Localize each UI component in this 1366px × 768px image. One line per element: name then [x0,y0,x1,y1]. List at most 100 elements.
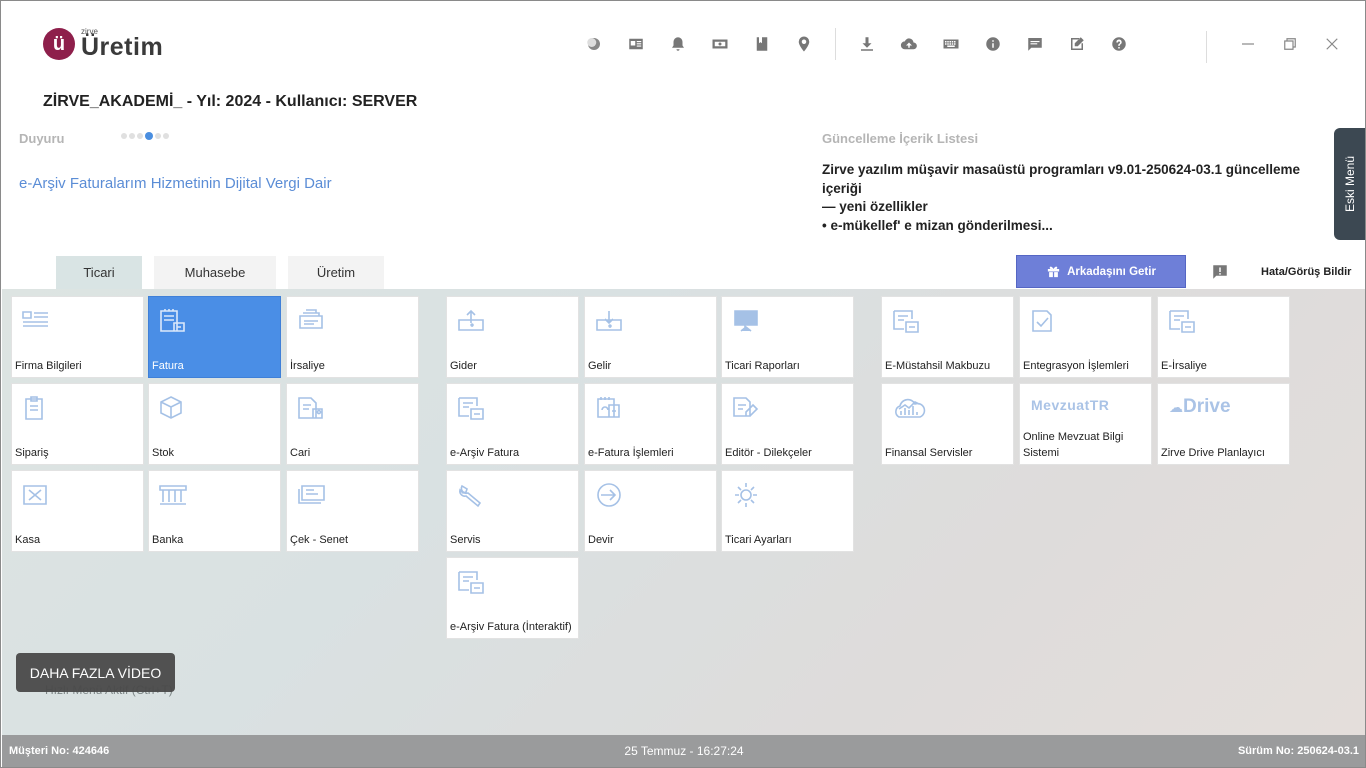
tile-entegrasyon-islemleri[interactable]: Entegrasyon İşlemleri [1019,296,1152,378]
tile-label: Entegrasyon İşlemleri [1023,360,1129,372]
tile-e-arsiv-fatura-interaktif[interactable]: e-Arşiv Fatura (İnteraktif) [446,557,579,639]
tile-e-irsaliye[interactable]: E-İrsaliye [1157,296,1290,378]
download-icon[interactable] [854,31,880,57]
minimize-icon[interactable] [1235,31,1261,57]
tile-label: e-Arşiv Fatura (İnteraktif) [450,621,572,633]
tile-cari[interactable]: Cari [286,383,419,465]
tile-fatura[interactable]: Fatura [148,296,281,378]
update-line: — yeni özellikler [822,199,928,214]
tile-stok[interactable]: Stok [148,383,281,465]
company-info: ZİRVE_AKADEMİ_ - Yıl: 2024 - Kullanıcı: … [43,93,418,110]
bookmark-icon[interactable] [749,31,775,57]
feedback-icon[interactable] [1211,263,1229,281]
tile-label: Firma Bilgileri [15,360,82,372]
tile-ticari-ayarlar[interactable]: Ticari Ayarları [721,470,854,552]
tile-label: Devir [588,534,614,546]
app-window: ü zirve Üretim ZİRVE_AKADEMİ_ - Yıl: 202… [0,0,1366,768]
tile-label: Gelir [588,360,612,372]
eski-menu-button[interactable]: Eski Menü [1334,128,1365,240]
update-line: • e-mükellef' e mizan gönderilmesi... [822,217,1053,233]
carousel-dot[interactable] [129,133,135,139]
info-icon[interactable] [980,31,1006,57]
edit-icon[interactable] [1064,31,1090,57]
carousel-dot-active[interactable] [145,132,153,140]
tile-label: e-Fatura İşlemleri [588,447,674,459]
tile-siparis[interactable]: Sipariş [11,383,144,465]
tile-editor-dilekceler[interactable]: Editör - Dilekçeler [721,383,854,465]
tile-e-arsiv-fatura[interactable]: e-Arşiv Fatura [446,383,579,465]
report-board-icon [731,308,761,334]
tile-label: Kasa [15,534,41,546]
drive-logo: ☁Drive [1169,396,1231,417]
e-invoice-icon [594,395,624,421]
tab-ticari[interactable]: Ticari [56,256,142,289]
tile-label: Fatura [152,360,184,372]
tab-uretim[interactable]: Üretim [288,256,384,289]
tile-ticari-raporlar[interactable]: Ticari Raporları [721,296,854,378]
tile-devir[interactable]: Devir [584,470,717,552]
carousel-dot[interactable] [163,133,169,139]
cloud-upload-icon[interactable] [896,31,922,57]
logo-badge: ü [43,28,75,60]
chat-icon[interactable] [1022,31,1048,57]
cash-register-icon [21,482,51,508]
arkadasini-getir-button[interactable]: Arkadaşını Getir [1016,255,1186,288]
hata-gorus-bildir-link[interactable]: Hata/Görüş Bildir [1261,266,1351,278]
tile-gider[interactable]: Gider [446,296,579,378]
account-icon [296,395,326,421]
tile-label: Çek - Senet [290,534,349,546]
more-videos-button[interactable]: DAHA FAZLA VİDEO [16,653,175,692]
settings-gear-icon [731,482,761,508]
tile-kasa[interactable]: Kasa [11,470,144,552]
company-info-icon [21,308,51,334]
duyuru-label: Duyuru [19,131,65,146]
bank-icon [158,482,188,508]
update-list-content[interactable]: Zirve yazılım müşavir masaüstü programla… [822,161,1312,235]
tile-label: Online Mevzuat Bilgi Sistemi [1023,431,1124,459]
tile-zirve-drive[interactable]: ☁Drive Zirve Drive Planlayıcı [1157,383,1290,465]
gift-icon [1047,266,1060,278]
tile-area: Firma Bilgileri Fatura İrsaliye Sipariş … [2,289,1365,735]
invoice-icon [158,308,188,334]
keyboard-icon[interactable] [938,31,964,57]
tile-e-mustahsil-makbuzu[interactable]: E-Müstahsil Makbuzu [881,296,1014,378]
tile-gelir[interactable]: Gelir [584,296,717,378]
tile-label: Sipariş [15,447,49,459]
maximize-icon[interactable] [1277,31,1303,57]
mevzuat-logo: MevzuatTR [1031,397,1110,413]
duyuru-link[interactable]: e-Arşiv Faturalarım Hizmetinin Dijital V… [19,175,332,192]
status-bar: Müşteri No: 424646 25 Temmuz - 16:27:24 … [2,735,1365,767]
tile-firma-bilgileri[interactable]: Firma Bilgileri [11,296,144,378]
carousel-dot[interactable] [121,133,127,139]
tile-online-mevzuat[interactable]: MevzuatTR Online Mevzuat Bilgi Sistemi [1019,383,1152,465]
tile-servis[interactable]: Servis [446,470,579,552]
expense-icon [456,308,486,334]
tile-finansal-servisler[interactable]: Finansal Servisler [881,383,1014,465]
tile-label: Stok [152,447,175,459]
tile-label: Finansal Servisler [885,447,973,459]
news-icon[interactable] [623,31,649,57]
tile-e-fatura-islemleri[interactable]: e-Fatura İşlemleri [584,383,717,465]
money-icon[interactable] [707,31,733,57]
location-icon[interactable] [791,31,817,57]
tab-muhasebe[interactable]: Muhasebe [154,256,276,289]
tile-banka[interactable]: Banka [148,470,281,552]
update-line: Zirve yazılım müşavir masaüstü programla… [822,162,1300,196]
document-edit-icon [731,395,761,421]
close-icon[interactable] [1319,31,1345,57]
tile-label: İrsaliye [290,360,325,372]
tile-cek-senet[interactable]: Çek - Senet [286,470,419,552]
tile-irsaliye[interactable]: İrsaliye [286,296,419,378]
carousel-dot[interactable] [155,133,161,139]
module-tabs: Ticari Muhasebe Üretim [56,256,396,289]
tile-label: e-Arşiv Fatura [450,447,520,459]
bell-icon[interactable] [665,31,691,57]
e-waybill-icon [1167,308,1197,334]
theme-icon[interactable] [581,31,607,57]
help-icon[interactable] [1106,31,1132,57]
carousel-dot[interactable] [137,133,143,139]
window-controls [1206,31,1345,63]
date-time: 25 Temmuz - 16:27:24 [624,744,744,758]
tile-label: Servis [450,534,481,546]
version-number: Sürüm No: 250624-03.1 [1237,745,1359,757]
